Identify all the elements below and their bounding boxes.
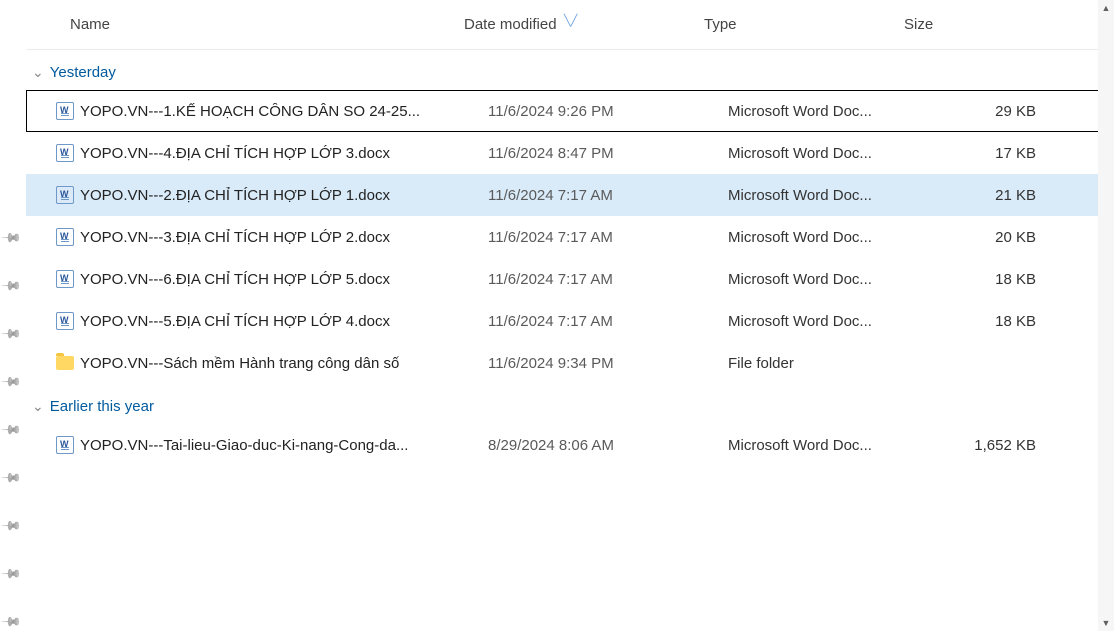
group-header[interactable]: ⌄ Earlier this year	[26, 388, 1114, 424]
file-row[interactable]: YOPO.VN---1.KẾ HOẠCH CÔNG DÂN SO 24-25..…	[26, 90, 1114, 132]
file-date: 11/6/2024 9:34 PM	[488, 355, 728, 372]
file-type: Microsoft Word Doc...	[728, 229, 928, 246]
file-type: Microsoft Word Doc...	[728, 437, 928, 454]
file-name: YOPO.VN---3.ĐỊA CHỈ TÍCH HỢP LỚP 2.docx	[80, 229, 488, 246]
word-document-icon	[56, 312, 74, 330]
file-name: YOPO.VN---5.ĐỊA CHỈ TÍCH HỢP LỚP 4.docx	[80, 313, 488, 330]
scroll-down-arrow-icon[interactable]: ▼	[1098, 615, 1114, 631]
group-label: Earlier this year	[50, 398, 154, 415]
word-document-icon	[56, 270, 74, 288]
file-row[interactable]: YOPO.VN---2.ĐỊA CHỈ TÍCH HỢP LỚP 1.docx1…	[26, 174, 1114, 216]
chevron-down-icon: ⌄	[32, 398, 44, 415]
file-date: 11/6/2024 7:17 AM	[488, 187, 728, 204]
scroll-up-arrow-icon[interactable]: ▲	[1098, 0, 1114, 16]
file-name: YOPO.VN---Tai-lieu-Giao-duc-Ki-nang-Cong…	[80, 437, 488, 454]
column-header-type[interactable]: Type	[704, 16, 904, 33]
pin-icon[interactable]: 📌	[0, 321, 24, 348]
vertical-scrollbar[interactable]: ▲ ▼	[1098, 0, 1114, 631]
word-document-icon	[56, 144, 74, 162]
file-row[interactable]: YOPO.VN---5.ĐỊA CHỈ TÍCH HỢP LỚP 4.docx1…	[26, 300, 1114, 342]
pin-icon[interactable]: 📌	[0, 417, 24, 444]
file-size: 1,652 KB	[928, 437, 1048, 454]
column-headers: Name Date modified ╲╱ Type Size	[26, 0, 1114, 50]
file-row[interactable]: YOPO.VN---4.ĐỊA CHỈ TÍCH HỢP LỚP 3.docx1…	[26, 132, 1114, 174]
file-size: 18 KB	[928, 313, 1048, 330]
pin-icon[interactable]: 📌	[0, 609, 24, 635]
folder-icon	[56, 356, 74, 370]
chevron-down-icon: ⌄	[32, 64, 44, 81]
file-type: Microsoft Word Doc...	[728, 271, 928, 288]
file-type: Microsoft Word Doc...	[728, 313, 928, 330]
file-size: 21 KB	[928, 187, 1048, 204]
pin-icon[interactable]: 📌	[0, 225, 24, 252]
file-name: YOPO.VN---2.ĐỊA CHỈ TÍCH HỢP LỚP 1.docx	[80, 187, 488, 204]
pin-icon[interactable]: 📌	[0, 465, 24, 492]
sort-descending-icon: ╲╱	[564, 14, 577, 27]
quick-access-sidebar: 📌📌📌📌📌📌📌📌📌	[0, 0, 22, 631]
word-document-icon	[56, 228, 74, 246]
file-date: 8/29/2024 8:06 AM	[488, 437, 728, 454]
file-type: Microsoft Word Doc...	[728, 103, 928, 120]
column-header-date-label: Date modified	[464, 16, 557, 33]
file-type: Microsoft Word Doc...	[728, 187, 928, 204]
file-date: 11/6/2024 7:17 AM	[488, 229, 728, 246]
pin-icon[interactable]: 📌	[0, 513, 24, 540]
file-row[interactable]: YOPO.VN---6.ĐỊA CHỈ TÍCH HỢP LỚP 5.docx1…	[26, 258, 1114, 300]
column-header-date[interactable]: Date modified ╲╱	[464, 16, 704, 33]
file-type: File folder	[728, 355, 928, 372]
file-name: YOPO.VN---4.ĐỊA CHỈ TÍCH HỢP LỚP 3.docx	[80, 145, 488, 162]
file-size: 20 KB	[928, 229, 1048, 246]
word-document-icon	[56, 102, 74, 120]
file-date: 11/6/2024 7:17 AM	[488, 313, 728, 330]
file-size: 18 KB	[928, 271, 1048, 288]
file-size: 17 KB	[928, 145, 1048, 162]
word-document-icon	[56, 436, 74, 454]
pin-icon[interactable]: 📌	[0, 561, 24, 588]
file-date: 11/6/2024 7:17 AM	[488, 271, 728, 288]
group-header[interactable]: ⌄ Yesterday	[26, 54, 1114, 90]
file-list-pane: Name Date modified ╲╱ Type Size ⌄ Yesterd…	[22, 0, 1114, 631]
file-date: 11/6/2024 9:26 PM	[488, 103, 728, 120]
file-size: 29 KB	[928, 103, 1048, 120]
pin-icon[interactable]: 📌	[0, 273, 24, 300]
file-row[interactable]: YOPO.VN---Tai-lieu-Giao-duc-Ki-nang-Cong…	[26, 424, 1114, 466]
group-label: Yesterday	[50, 64, 116, 81]
file-name: YOPO.VN---6.ĐỊA CHỈ TÍCH HỢP LỚP 5.docx	[80, 271, 488, 288]
file-date: 11/6/2024 8:47 PM	[488, 145, 728, 162]
file-name: YOPO.VN---Sách mềm Hành trang công dân s…	[80, 355, 488, 372]
word-document-icon	[56, 186, 74, 204]
column-header-name[interactable]: Name	[26, 16, 464, 33]
file-name: YOPO.VN---1.KẾ HOẠCH CÔNG DÂN SO 24-25..…	[80, 103, 488, 120]
file-row[interactable]: YOPO.VN---3.ĐỊA CHỈ TÍCH HỢP LỚP 2.docx1…	[26, 216, 1114, 258]
column-header-size[interactable]: Size	[904, 16, 1024, 33]
folder-row[interactable]: YOPO.VN---Sách mềm Hành trang công dân s…	[26, 342, 1114, 384]
pin-icon[interactable]: 📌	[0, 369, 24, 396]
file-type: Microsoft Word Doc...	[728, 145, 928, 162]
